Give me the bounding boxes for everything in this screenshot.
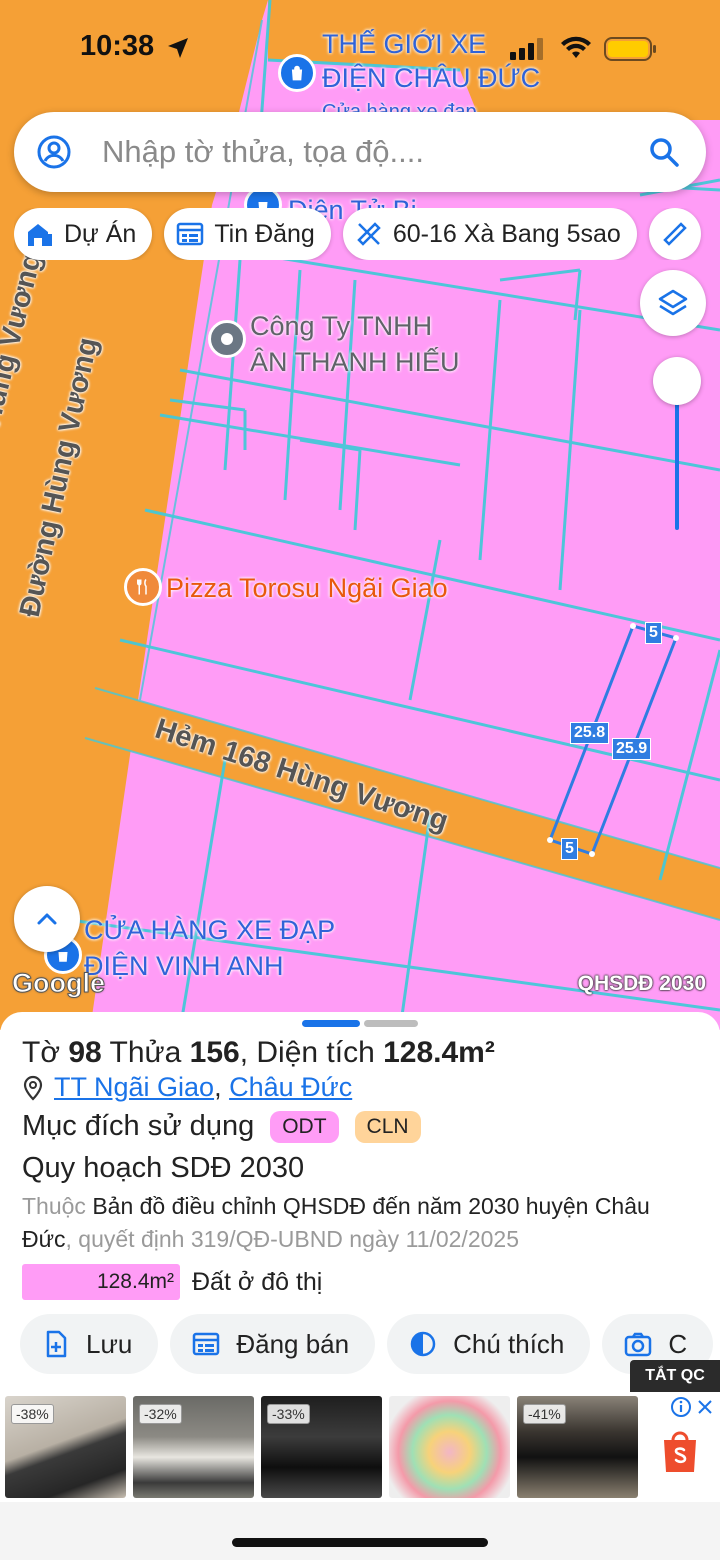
close-ads-button[interactable]: TẮT QC	[630, 1360, 720, 1392]
area-label: Diện tích	[256, 1036, 375, 1069]
land-use-label: Mục đích sử dụng	[22, 1110, 255, 1142]
map-layer-badge: QHSDĐ 2030	[577, 972, 706, 995]
wifi-icon	[561, 36, 591, 58]
district-link[interactable]: Châu Đức	[229, 1072, 352, 1103]
post-sale-button[interactable]: Đăng bán	[170, 1314, 376, 1374]
status-bar: 10:38	[0, 20, 720, 76]
listing-icon	[177, 222, 204, 246]
plan-title: Quy hoạch SDĐ 2030	[22, 1152, 305, 1184]
ad-discount: -41%	[523, 1404, 566, 1424]
ad-info-icon[interactable]	[670, 1396, 692, 1418]
search-icon[interactable]	[648, 136, 680, 168]
legend-area: 128.4m²	[96, 1270, 174, 1293]
area-value: 128.4m²	[383, 1036, 495, 1069]
action-label: C	[668, 1328, 688, 1359]
land-use-row: Mục đích sử dụng ODT CLN	[22, 1110, 421, 1143]
close-icon[interactable]	[696, 1398, 714, 1416]
ad-product-boots[interactable]: -33%	[261, 1396, 382, 1498]
ad-discount: -38%	[11, 1404, 54, 1424]
plan-decision: , quyết định 319/QĐ-UBND ngày 11/02/2025	[65, 1226, 519, 1252]
user-avatar-icon[interactable]	[36, 134, 72, 170]
location-row: TT Ngãi Giao, Châu Đức	[22, 1072, 352, 1103]
land-use-badge-cln[interactable]: CLN	[354, 1110, 421, 1143]
layers-icon	[658, 289, 688, 316]
parcel-number-value: 156	[189, 1036, 240, 1069]
land-use-badge-odt[interactable]: ODT	[270, 1110, 339, 1143]
save-button[interactable]: Lưu	[20, 1314, 159, 1374]
building-icon	[28, 224, 52, 246]
chip-label: Tin Đăng	[214, 219, 315, 248]
listing-icon	[193, 1332, 220, 1356]
status-time: 10:38	[80, 30, 155, 62]
home-indicator-area	[0, 1502, 720, 1560]
filter-chips: Dự Án Tin Đăng 60-16 Xà Bang 5sao	[14, 208, 720, 260]
ad-product-sandals[interactable]: -38%	[5, 1396, 126, 1498]
chip-saved-area[interactable]: 60-16 Xà Bang 5sao	[342, 208, 637, 260]
ruler-icon	[357, 222, 381, 246]
search-bar[interactable]	[14, 112, 706, 192]
plan-prefix: Thuộc	[22, 1193, 86, 1219]
chip-more[interactable]	[648, 208, 701, 260]
chip-label: Dự Án	[64, 219, 137, 248]
parcel-title: Tờ 98 Thửa 156, Diện tích 128.4m²	[22, 1036, 495, 1069]
action-label: Đăng bán	[236, 1328, 350, 1359]
opacity-slider-handle[interactable]	[653, 357, 701, 405]
ruler-icon	[663, 222, 687, 246]
sheet-page-indicator[interactable]	[364, 1020, 418, 1027]
camera-icon	[625, 1332, 652, 1357]
google-logo: Google	[12, 968, 106, 999]
ad-product-toys[interactable]	[389, 1396, 510, 1498]
shop-bottom-line1[interactable]: CỬA HÀNG XE ĐẠP	[84, 912, 335, 948]
shop-bottom-line2[interactable]: ĐIỆN VINH ANH	[84, 948, 284, 984]
cellular-signal-icon	[510, 38, 543, 60]
battery-icon	[604, 37, 656, 61]
home-indicator[interactable]	[232, 1538, 488, 1547]
chip-label: 60-16 Xà Bang 5sao	[392, 219, 621, 248]
search-input[interactable]	[102, 134, 648, 170]
parcel-dim-bottom: 5	[561, 838, 578, 860]
parcel-dim-right: 25.9	[612, 738, 652, 760]
parcel-dim-left: 25.8	[570, 722, 610, 744]
legend-swatch: 128.4m²	[22, 1264, 180, 1300]
ad-banner[interactable]: -38% -32% -33% -41%	[0, 1392, 720, 1502]
action-buttons: Lưu Đăng bán Chú thích C	[20, 1314, 720, 1374]
ad-discount: -33%	[267, 1404, 310, 1424]
chip-du-an[interactable]: Dự Án	[14, 208, 153, 260]
parcel-dim-top: 5	[645, 622, 662, 644]
company-name-line2[interactable]: ÂN THANH HIẾU	[250, 344, 460, 380]
place-marker-icon[interactable]	[208, 320, 246, 358]
sheet-number-value: 98	[68, 1036, 102, 1069]
ad-product-shoes[interactable]: -32%	[133, 1396, 254, 1498]
location-arrow-icon	[168, 38, 188, 58]
action-label: Lưu	[86, 1328, 133, 1359]
ad-product-slippers[interactable]: -41%	[517, 1396, 638, 1498]
company-name-line1[interactable]: Công Ty TNHH	[250, 308, 432, 344]
sheet-label: Tờ	[22, 1036, 60, 1069]
legend-label: Đất ở đô thị	[192, 1267, 323, 1296]
restaurant-icon[interactable]	[124, 568, 162, 606]
ad-discount: -32%	[139, 1404, 182, 1424]
sheet-page-indicator-active[interactable]	[302, 1020, 360, 1027]
plan-legend-row: 128.4m² Đất ở đô thị	[22, 1264, 322, 1300]
add-file-icon	[46, 1330, 67, 1358]
legend-button[interactable]: Chú thích	[387, 1314, 591, 1374]
chevron-up-icon	[37, 913, 57, 925]
location-pin-icon	[23, 1075, 43, 1101]
shopee-bag-icon[interactable]	[660, 1428, 700, 1474]
parcel-label: Thửa	[109, 1036, 182, 1069]
expand-sheet-button[interactable]	[14, 886, 80, 952]
ward-link[interactable]: TT Ngãi Giao	[54, 1072, 214, 1103]
action-label: Chú thích	[453, 1328, 565, 1359]
plan-description: Thuộc Bản đồ điều chỉnh QHSDĐ đến năm 20…	[22, 1190, 702, 1256]
map-view[interactable]: THẾ GIỚI XE ĐIỆN CHÂU ĐỨC Cửa hàng xe đạ…	[0, 0, 720, 1030]
restaurant-name[interactable]: Pizza Torosu Ngãi Giao	[166, 570, 448, 606]
layers-button[interactable]	[640, 270, 706, 336]
chip-tin-dang[interactable]: Tin Đăng	[164, 208, 331, 260]
contrast-icon	[410, 1331, 436, 1357]
parcel-info-sheet: Tờ 98 Thửa 156, Diện tích 128.4m² TT Ngã…	[0, 1012, 720, 1392]
